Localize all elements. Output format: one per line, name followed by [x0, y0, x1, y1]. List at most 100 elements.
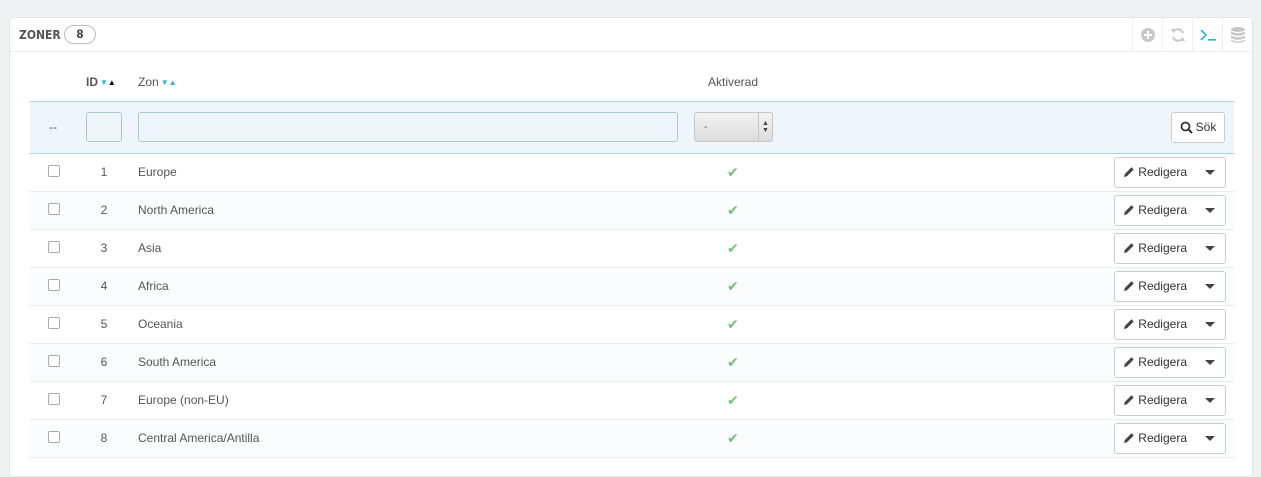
row-actions-group: Redigera	[1114, 384, 1226, 416]
row-checkbox[interactable]	[48, 316, 60, 329]
pencil-icon	[1124, 205, 1134, 215]
search-button-label: Sök	[1195, 120, 1217, 134]
active-check-icon[interactable]: ✔	[727, 316, 739, 332]
row-checkbox[interactable]	[48, 278, 60, 291]
add-icon	[1140, 28, 1155, 42]
row-checkbox[interactable]	[48, 430, 60, 443]
sort-asc-icon[interactable]: ▲	[169, 78, 177, 87]
edit-button-label: Redigera	[1138, 279, 1187, 293]
row-select-cell	[30, 153, 86, 192]
edit-button[interactable]: Redigera	[1115, 196, 1195, 225]
actions-dropdown-button[interactable]	[1195, 234, 1225, 263]
table-row[interactable]: 7 Europe (non-EU) ✔ Redigera	[30, 381, 1234, 420]
row-id: 6	[100, 355, 108, 369]
row-active-cell: ✔	[694, 153, 790, 192]
row-zone-cell: Europe (non-EU)	[138, 381, 694, 420]
active-check-icon[interactable]: ✔	[727, 240, 739, 256]
filter-checkbox-cell: --	[30, 100, 86, 154]
edit-button[interactable]: Redigera	[1115, 424, 1195, 453]
edit-button[interactable]: Redigera	[1115, 386, 1195, 415]
row-checkbox[interactable]	[48, 202, 60, 215]
row-zone-name: Asia	[138, 241, 162, 255]
active-check-icon[interactable]: ✔	[727, 392, 739, 408]
table-row[interactable]: 6 South America ✔ Redigera	[30, 343, 1234, 382]
table-row[interactable]: 4 Africa ✔ Redigera	[30, 267, 1234, 306]
row-select-cell	[30, 419, 86, 458]
actions-dropdown-button[interactable]	[1195, 158, 1225, 187]
refresh-icon	[1170, 28, 1185, 42]
row-zone-cell: Oceania	[138, 305, 694, 344]
count-badge: 8	[64, 25, 96, 44]
export-button[interactable]	[1222, 18, 1252, 52]
actions-dropdown-button[interactable]	[1195, 272, 1225, 301]
edit-button[interactable]: Redigera	[1115, 158, 1195, 187]
table-row[interactable]: 8 Central America/Antilla ✔ Redigera	[30, 419, 1234, 458]
select-arrows-icon: ▲ ▼	[758, 113, 772, 141]
row-actions-cell: Redigera	[790, 229, 1234, 268]
table-row[interactable]: 3 Asia ✔ Redigera	[30, 229, 1234, 268]
table-row[interactable]: 2 North America ✔ Redigera	[30, 191, 1234, 230]
header-active: Aktiverad	[694, 64, 1234, 101]
filter-placeholder: --	[49, 120, 57, 134]
sql-query-button[interactable]	[1192, 18, 1222, 52]
row-checkbox[interactable]	[48, 240, 60, 253]
row-actions-group: Redigera	[1114, 308, 1226, 340]
active-check-icon[interactable]: ✔	[727, 354, 739, 370]
row-checkbox[interactable]	[48, 354, 60, 367]
row-active-cell: ✔	[694, 267, 790, 306]
add-button[interactable]	[1132, 18, 1162, 52]
toolbar	[1132, 18, 1252, 52]
edit-button[interactable]: Redigera	[1115, 310, 1195, 339]
row-active-cell: ✔	[694, 343, 790, 382]
row-select-cell	[30, 305, 86, 344]
sort-asc-icon[interactable]: ▲	[108, 78, 116, 87]
sort-desc-icon[interactable]: ▼	[100, 78, 108, 87]
edit-button[interactable]: Redigera	[1115, 234, 1195, 263]
actions-dropdown-button[interactable]	[1195, 424, 1225, 453]
active-check-icon[interactable]: ✔	[727, 202, 739, 218]
refresh-button[interactable]	[1162, 18, 1192, 52]
filter-id-input[interactable]	[86, 112, 122, 142]
header-select	[30, 64, 86, 101]
row-zone-name: Europe	[138, 165, 177, 179]
row-id: 3	[100, 241, 108, 255]
search-button[interactable]: Sök	[1171, 111, 1225, 143]
filter-zone-cell	[138, 100, 694, 154]
header-zone-label: Zon	[138, 75, 159, 90]
filter-active-select[interactable]: - ▲ ▼	[694, 112, 773, 142]
sort-desc-icon[interactable]: ▼	[161, 78, 169, 87]
edit-button-label: Redigera	[1138, 355, 1187, 369]
pencil-icon	[1124, 167, 1134, 177]
actions-dropdown-button[interactable]	[1195, 348, 1225, 377]
database-icon	[1230, 27, 1245, 43]
row-id: 7	[100, 393, 108, 407]
row-checkbox[interactable]	[48, 392, 60, 405]
active-check-icon[interactable]: ✔	[727, 430, 739, 446]
row-zone-name: Africa	[138, 279, 169, 293]
table-row[interactable]: 1 Europe ✔ Redigera	[30, 153, 1234, 192]
header-active-label: Aktiverad	[708, 75, 759, 90]
row-checkbox[interactable]	[48, 164, 60, 177]
row-id: 2	[100, 203, 108, 217]
filter-zone-input[interactable]	[138, 112, 678, 142]
row-actions-group: Redigera	[1114, 194, 1226, 226]
zones-panel: ZONER 8 ID ▼▲ Zon ▼▲ Aktiverad -- - ▲ ▼ …	[9, 17, 1253, 477]
edit-button[interactable]: Redigera	[1115, 272, 1195, 301]
row-id-cell: 1	[86, 153, 138, 192]
actions-dropdown-button[interactable]	[1195, 310, 1225, 339]
filter-active-cell: - ▲ ▼	[694, 100, 790, 154]
table-header-row: ID ▼▲ Zon ▼▲ Aktiverad	[30, 64, 1234, 101]
active-check-icon[interactable]: ✔	[727, 278, 739, 294]
edit-button[interactable]: Redigera	[1115, 348, 1195, 377]
panel-title: ZONER	[19, 28, 61, 42]
edit-button-label: Redigera	[1138, 431, 1187, 445]
actions-dropdown-button[interactable]	[1195, 386, 1225, 415]
zones-table: ID ▼▲ Zon ▼▲ Aktiverad -- - ▲ ▼ Sök 1 Eu…	[30, 64, 1234, 458]
active-check-icon[interactable]: ✔	[727, 164, 739, 180]
pencil-icon	[1124, 243, 1134, 253]
row-id-cell: 2	[86, 191, 138, 230]
row-select-cell	[30, 229, 86, 268]
chevron-down-icon	[1205, 169, 1215, 175]
table-row[interactable]: 5 Oceania ✔ Redigera	[30, 305, 1234, 344]
actions-dropdown-button[interactable]	[1195, 196, 1225, 225]
